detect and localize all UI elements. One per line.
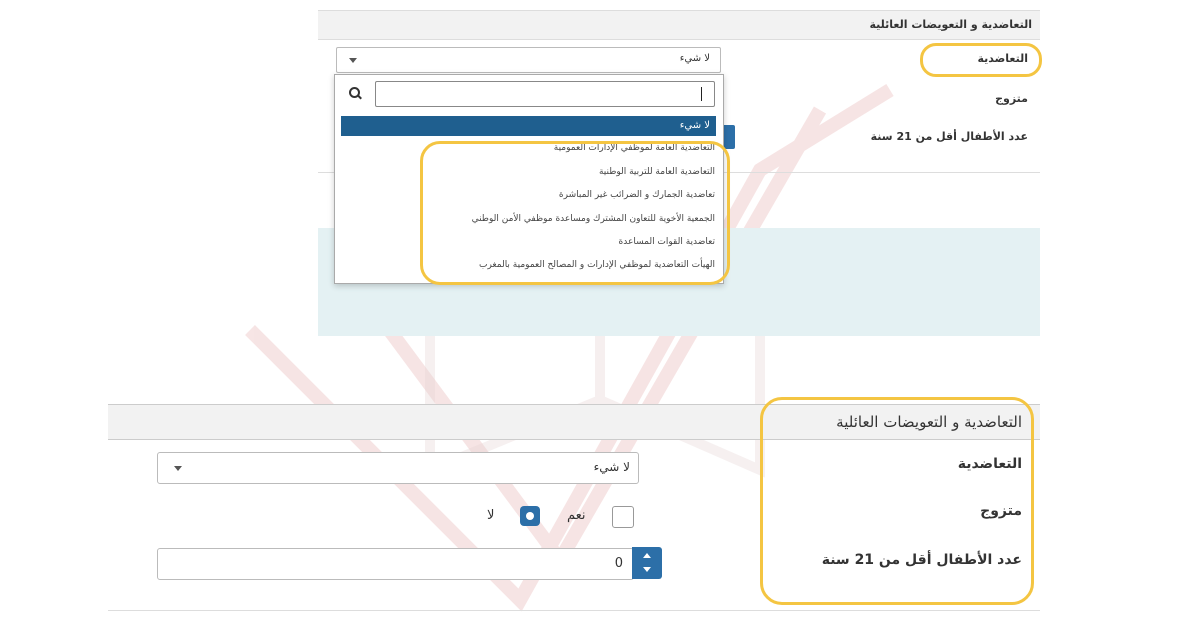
highlight-dropdown-options [420, 141, 730, 285]
married-yes-radio[interactable] [612, 506, 634, 528]
mutuelle-select-value: لا شيء [593, 460, 630, 474]
chevron-down-icon [174, 466, 182, 471]
highlight-mutuelle-label [920, 43, 1042, 77]
text-cursor [701, 87, 702, 101]
top-select-value: لا شيء [679, 53, 710, 64]
married-no-label: لا [487, 508, 495, 523]
top-section-header: التعاضدية و التعويضات العائلية [318, 10, 1040, 40]
chevron-down-icon [349, 58, 357, 63]
top-section-title: التعاضدية و التعويضات العائلية [869, 18, 1032, 31]
dropdown-option-selected-label: لا شيء [679, 120, 710, 131]
chevron-up-icon[interactable] [643, 553, 651, 558]
top-children-label: عدد الأطفال أقل من 21 سنة [870, 130, 1028, 143]
top-mutuelle-select[interactable]: لا شيء [336, 47, 721, 73]
married-no-radio[interactable] [520, 506, 540, 526]
married-yes-label: نعم [567, 508, 586, 523]
children-count-value: 0 [614, 556, 623, 571]
bottom-divider [108, 610, 1040, 611]
children-count-stepper[interactable] [632, 547, 662, 579]
children-count-input[interactable]: 0 [157, 548, 634, 580]
top-married-label: متزوج [995, 92, 1028, 105]
dropdown-option-selected[interactable]: لا شيء [341, 116, 716, 136]
search-icon [349, 87, 360, 98]
dropdown-search-input[interactable] [375, 81, 715, 107]
mutuelle-select[interactable]: لا شيء [157, 452, 639, 484]
chevron-down-icon[interactable] [643, 567, 651, 572]
highlight-labels-column [760, 397, 1034, 605]
